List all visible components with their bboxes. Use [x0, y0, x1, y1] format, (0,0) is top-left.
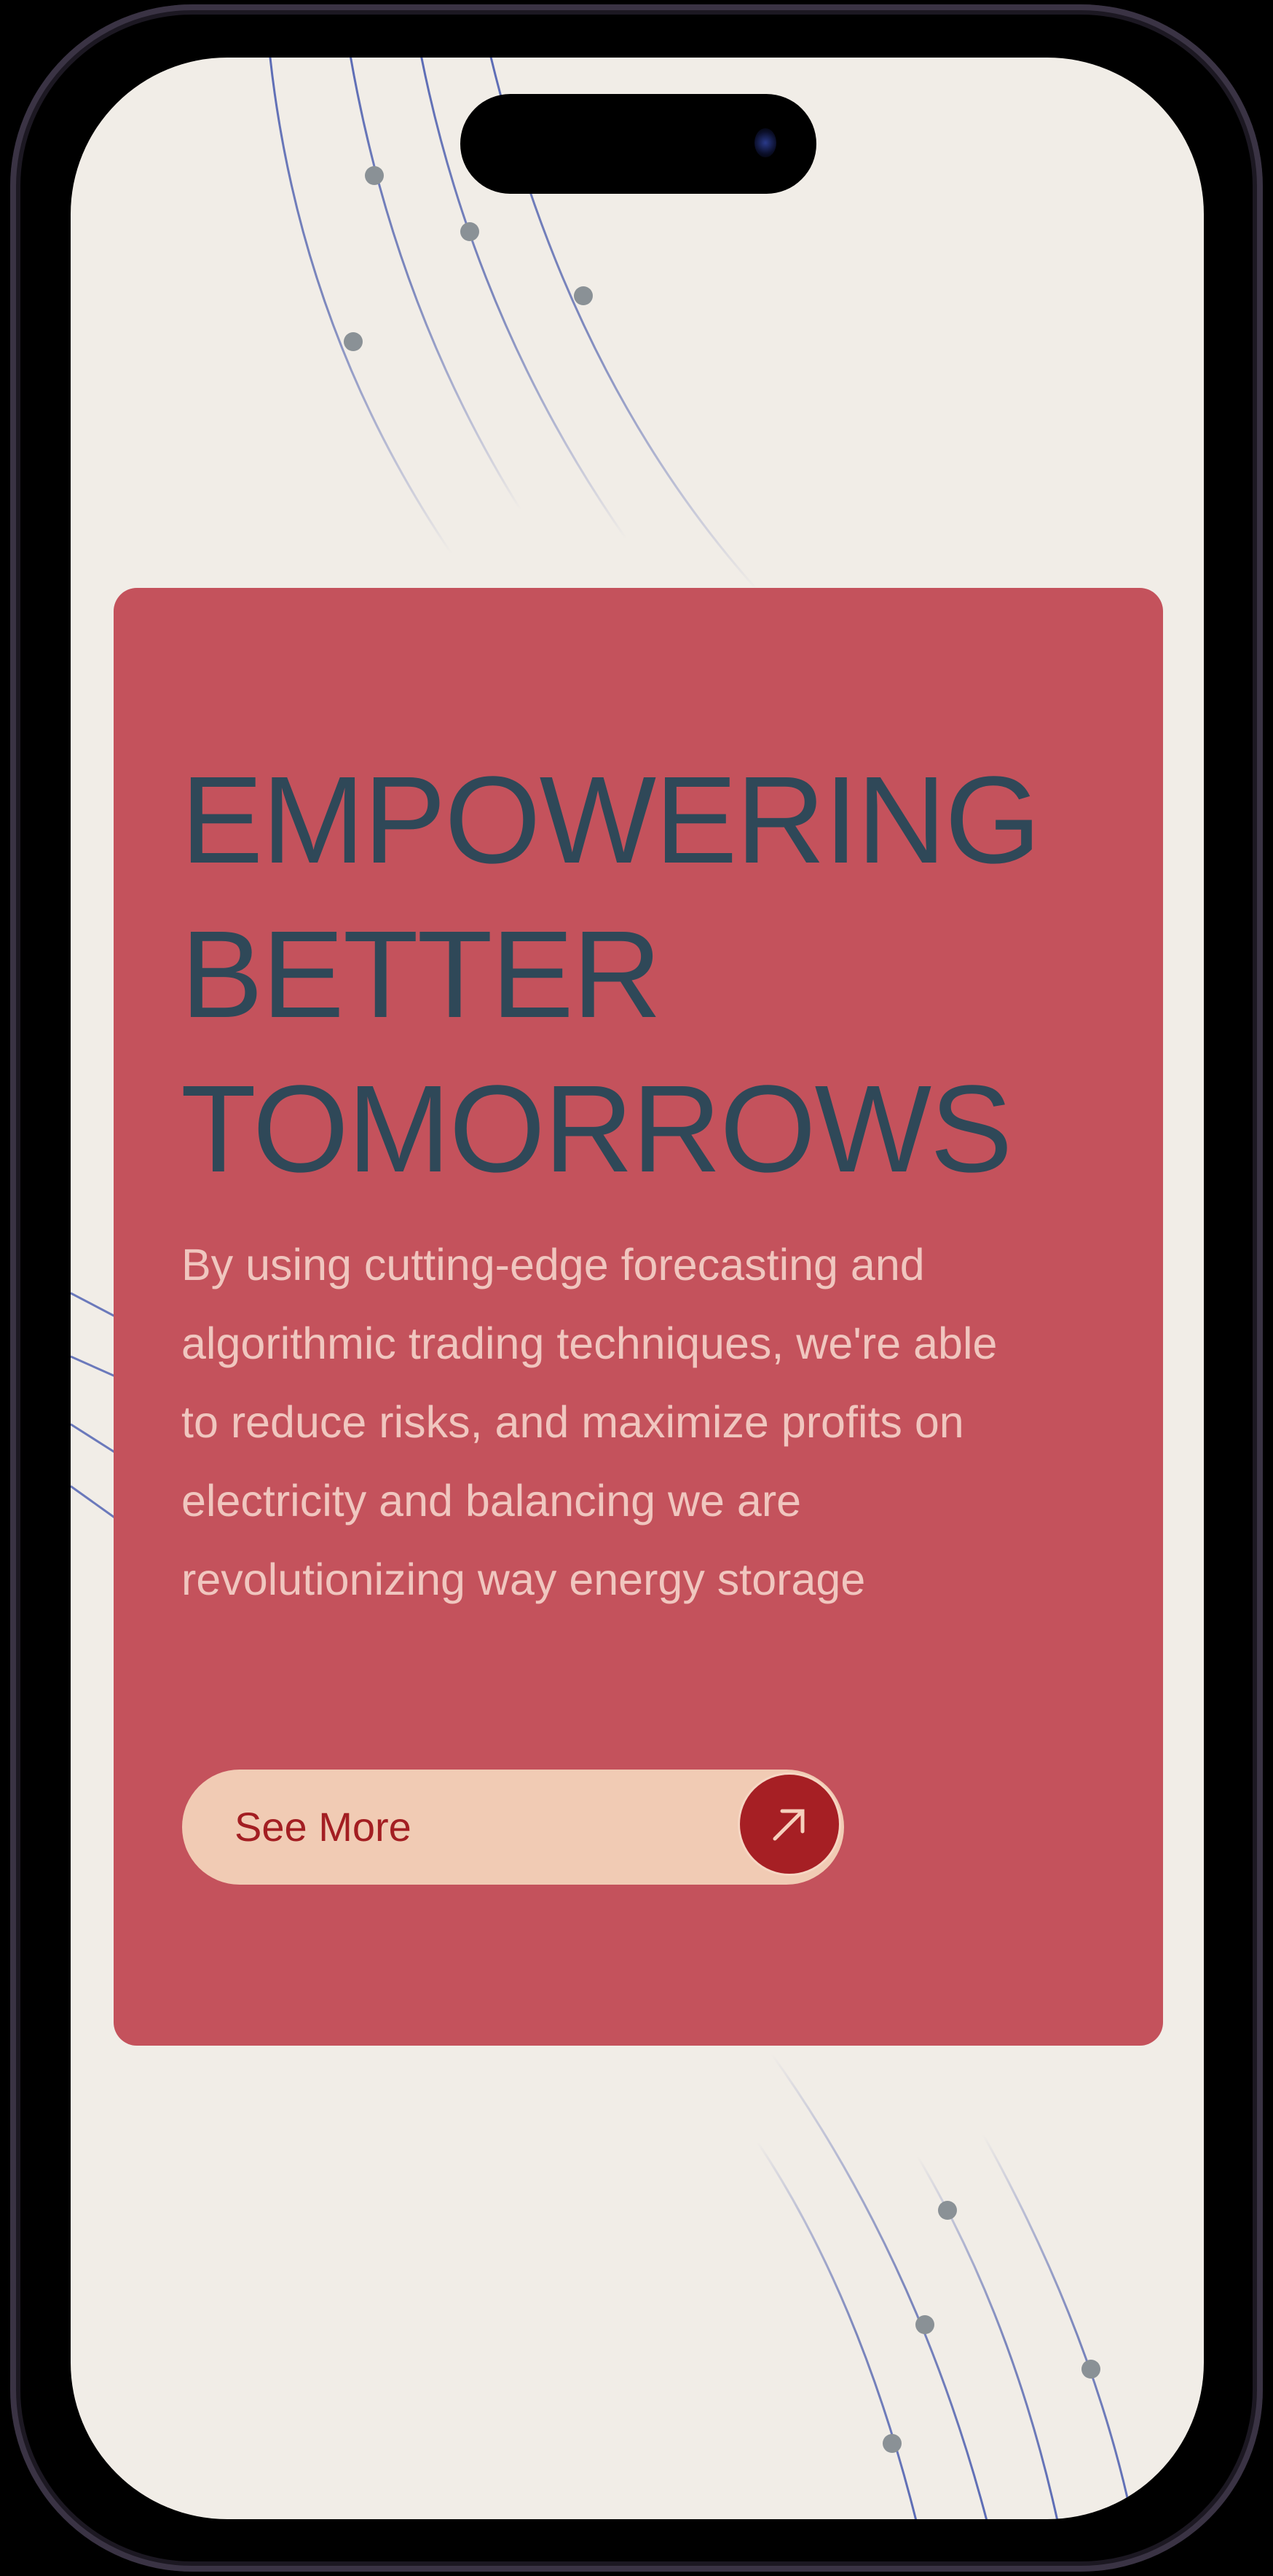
arrow-up-right-icon	[738, 1772, 841, 1876]
hero-title-line: BETTER	[181, 906, 662, 1044]
orbit-dot	[1081, 2360, 1100, 2379]
see-more-button[interactable]: See More	[182, 1770, 844, 1885]
orbit-line	[770, 2054, 988, 2519]
orbit-line	[71, 1423, 117, 1455]
see-more-label: See More	[234, 1804, 411, 1850]
orbit-dot	[883, 2434, 902, 2453]
orbit-line	[71, 1485, 117, 1520]
orbit-line	[71, 1292, 117, 1319]
orbit-dot	[460, 222, 479, 241]
hero-description: By using cutting-edge forecasting and al…	[181, 1240, 998, 1604]
hero-title: EMPOWERING BETTER TOMORROWS	[181, 743, 1041, 1206]
camera-icon	[754, 128, 776, 157]
orbit-line	[71, 1355, 117, 1378]
orbit-line	[268, 58, 453, 554]
orbit-dot	[915, 2315, 934, 2334]
orbit-line	[982, 2134, 1134, 2519]
hero-title-line: EMPOWERING	[181, 751, 1041, 890]
hero-title-line: TOMORROWS	[181, 1060, 1012, 1198]
orbit-line	[756, 2141, 918, 2519]
orbit-dot	[574, 286, 593, 305]
orbit-dot	[938, 2201, 957, 2220]
orbit-dot	[344, 332, 363, 351]
orbit-dot	[365, 166, 384, 185]
